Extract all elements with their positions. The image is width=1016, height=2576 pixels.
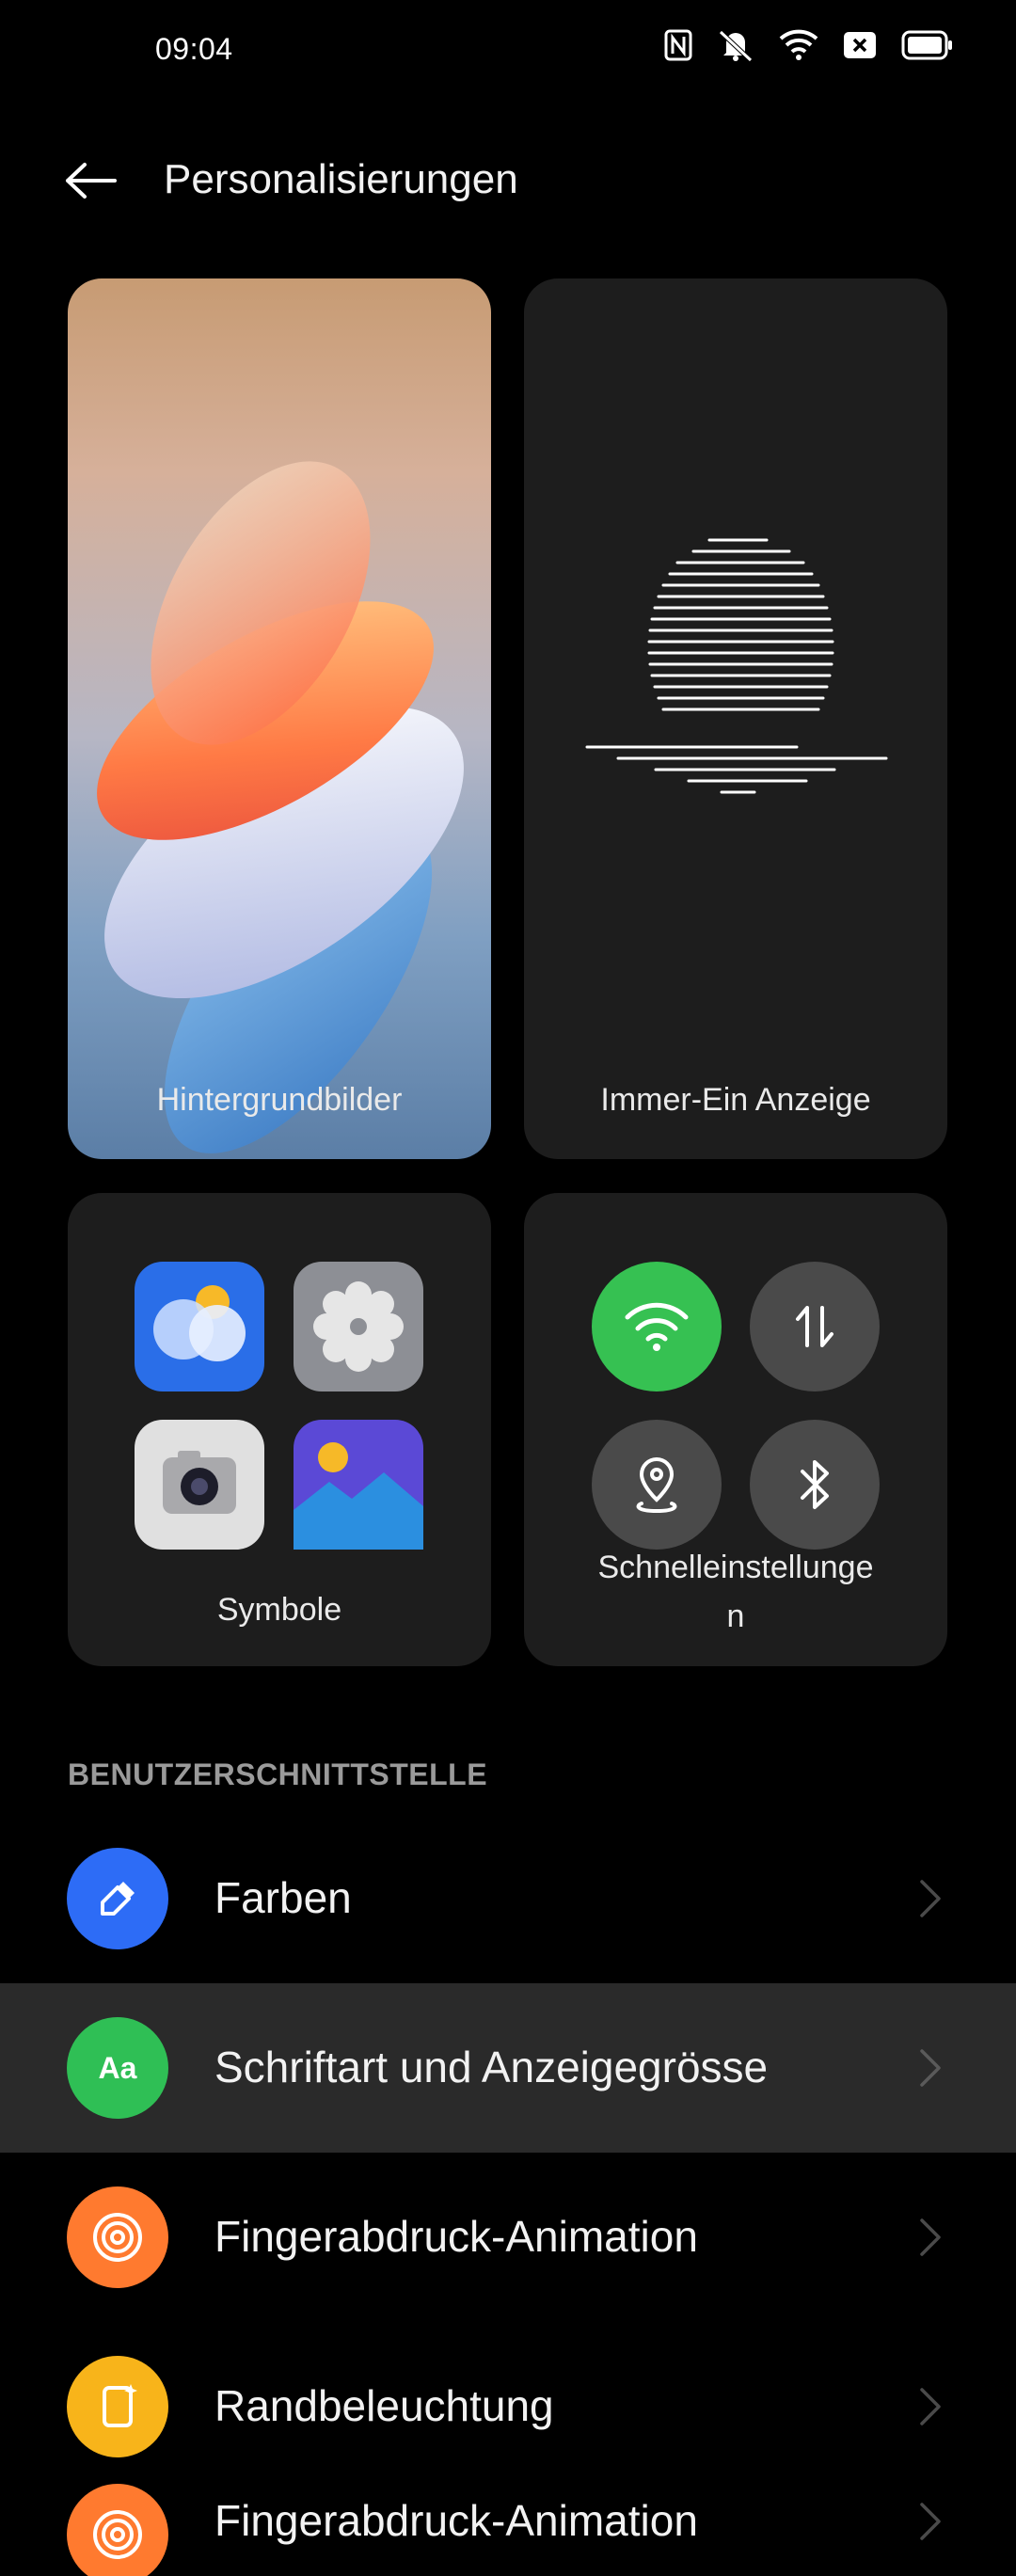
weather-app-icon (135, 1262, 264, 1391)
quick-settings-label-line2: n (726, 1598, 745, 1634)
mobile-data-toggle (750, 1262, 880, 1391)
bluetooth-toggle (750, 1420, 880, 1550)
font-icon: Aa (67, 2017, 168, 2119)
wifi-icon (625, 1302, 689, 1351)
wifi-toggle (592, 1262, 722, 1391)
chevron-right-icon (920, 2218, 941, 2256)
menu-item-fingerprint-animation-2[interactable]: Fingerabdruck-Animation (0, 2463, 1016, 2576)
edge-light-icon (67, 2356, 168, 2457)
wifi-icon (779, 29, 818, 61)
quick-settings-label-line1: Schnelleinstellunge (597, 1550, 874, 1585)
settings-app-icon (294, 1262, 423, 1391)
wallpaper-card[interactable]: Hintergrundbilder (68, 278, 491, 1159)
location-pin-icon (636, 1457, 677, 1514)
chevron-right-icon (920, 2503, 941, 2540)
quick-settings-card[interactable]: Schnelleinstellunge n (524, 1193, 947, 1666)
nfc-icon (664, 29, 692, 61)
page-title: Personalisierungen (164, 156, 518, 202)
always-on-label: Immer-Ein Anzeige (600, 1082, 871, 1118)
chevron-right-icon (920, 2388, 941, 2425)
gallery-app-icon (294, 1420, 423, 1550)
menu-item-label: Schriftart und Anzeigegrösse (214, 2043, 769, 2091)
menu-item-colors[interactable]: Farben (0, 1814, 1016, 1983)
battery-icon (901, 30, 954, 60)
data-transfer-icon (796, 1306, 833, 1347)
camera-app-icon (135, 1420, 264, 1550)
menu-item-label: Fingerabdruck-Animation (214, 2496, 698, 2545)
menu-item-label: Farben (214, 1873, 352, 1922)
icons-label: Symbole (216, 1592, 342, 1628)
svg-text:Aa: Aa (99, 2051, 137, 2085)
bluetooth-icon (801, 1460, 829, 1509)
arrow-left-icon (66, 163, 117, 199)
status-time: 09:04 (155, 32, 233, 66)
location-toggle (592, 1420, 722, 1550)
menu-item-font-display-size[interactable]: Aa Schriftart und Anzeigegrösse (0, 1983, 1016, 2153)
section-title: BENUTZERSCHNITTSTELLE (68, 1757, 488, 1791)
back-button[interactable] (60, 151, 120, 211)
menu-item-label: Fingerabdruck-Animation (214, 2212, 698, 2261)
close-box-icon (843, 31, 877, 59)
wallpaper-label: Hintergrundbilder (156, 1082, 403, 1118)
sunset-lines-icon (585, 538, 888, 794)
fingerprint-icon (67, 2484, 168, 2576)
icons-card[interactable]: Symbole (68, 1193, 491, 1666)
wallpaper-preview (97, 461, 464, 1153)
fingerprint-icon (67, 2186, 168, 2288)
menu-item-fingerprint-animation[interactable]: Fingerabdruck-Animation (0, 2153, 1016, 2322)
pen-icon (67, 1848, 168, 1949)
status-bar: 09:04 (0, 0, 1016, 103)
quick-settings-label: Schnelleinstellunge n (524, 1543, 947, 1641)
mute-icon (717, 28, 754, 62)
always-on-display-card[interactable]: Immer-Ein Anzeige (524, 278, 947, 1159)
menu-item-label: Randbeleuchtung (214, 2381, 554, 2430)
chevron-right-icon (920, 1880, 941, 1917)
chevron-right-icon (920, 2049, 941, 2087)
status-icons (664, 28, 954, 62)
